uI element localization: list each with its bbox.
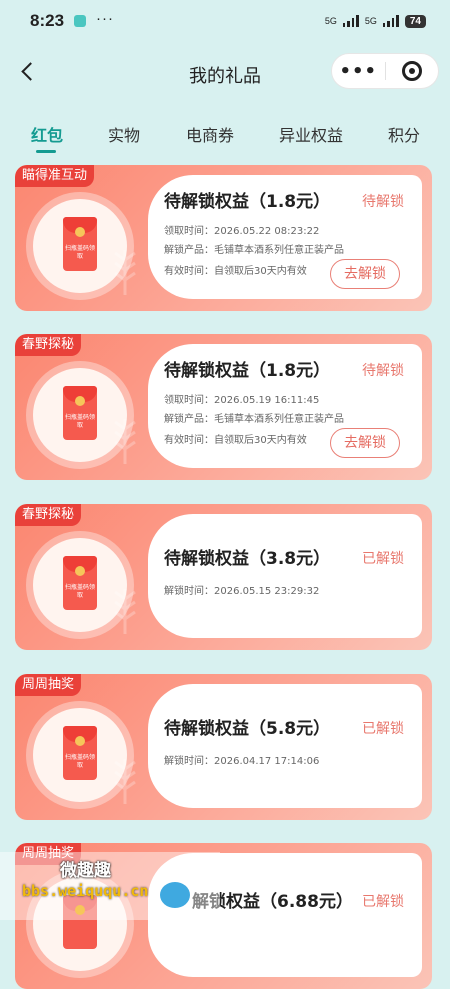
status-badge: 待解锁 bbox=[362, 363, 404, 379]
card-content: 待解锁权益（5.8元） 已解锁 解锁时间：2026.04.17 17:14:06 bbox=[148, 684, 422, 808]
close-circle-icon bbox=[401, 61, 422, 81]
activity-tag: 春野探秘 bbox=[15, 504, 82, 526]
unlock-product: 解锁产品：毛铺草本酒系列任意正装产品 bbox=[164, 245, 344, 256]
activity-tag: 周周抽奖 bbox=[15, 674, 82, 696]
card-title: 待解锁权益（3.8元） bbox=[164, 549, 331, 569]
gift-card[interactable]: 扫瓶盖码领取 瞄得准互动 待解锁权益（1.8元） 待解锁 领取时间：2026.0… bbox=[15, 165, 432, 311]
status-badge: 待解锁 bbox=[362, 194, 404, 210]
tab-red-packet[interactable]: 红包 bbox=[31, 122, 63, 146]
status-right: 5G 5G 74 bbox=[324, 14, 426, 28]
card-content: 待解锁权益（3.8元） 已解锁 解锁时间：2026.05.15 23:29:32 bbox=[148, 514, 422, 638]
watermark-url: bbs.weiququ.cn bbox=[22, 882, 149, 900]
coin-icon bbox=[75, 227, 85, 237]
card-title: 待解锁权益（5.8元） bbox=[164, 719, 331, 739]
gift-card[interactable]: 扫瓶盖码领取 春野探秘 待解锁权益（1.8元） 待解锁 领取时间：2026.05… bbox=[15, 334, 432, 480]
signal-icon-2 bbox=[382, 15, 399, 27]
wheat-icon bbox=[114, 250, 136, 295]
envelope-text: 扫瓶盖码领取 bbox=[65, 584, 96, 599]
card-title: 待解锁权益（1.8元） bbox=[164, 361, 331, 381]
active-tab-indicator bbox=[36, 150, 56, 153]
gift-card[interactable]: 扫瓶盖码领取 春野探秘 待解锁权益（3.8元） 已解锁 解锁时间：2026.05… bbox=[15, 504, 432, 650]
gift-tabs: 红包 实物 电商券 异业权益 积分 bbox=[0, 118, 450, 158]
coin-icon bbox=[75, 736, 85, 746]
red-envelope-icon: 扫瓶盖码领取 bbox=[63, 217, 97, 271]
card-visual: 扫瓶盖码领取 春野探秘 bbox=[15, 504, 160, 650]
red-envelope-icon: 扫瓶盖码领取 bbox=[63, 386, 97, 440]
envelope-text: 扫瓶盖码领取 bbox=[65, 754, 96, 769]
close-button[interactable] bbox=[385, 61, 438, 81]
watermark-title: 微趣趣 bbox=[60, 861, 111, 881]
envelope-text: 扫瓶盖码领取 bbox=[65, 414, 96, 429]
red-envelope-icon: 扫瓶盖码领取 bbox=[63, 726, 97, 780]
go-unlock-button[interactable]: 去解锁 bbox=[330, 259, 400, 289]
unlock-time: 解锁时间：2026.05.15 23:29:32 bbox=[164, 586, 320, 597]
status-left: 8:23 ··· bbox=[30, 9, 115, 31]
more-notifications-icon: ··· bbox=[96, 9, 115, 27]
app-notification-icon bbox=[74, 15, 87, 27]
wheat-icon bbox=[114, 589, 136, 634]
card-content: 待解锁权益（1.8元） 待解锁 领取时间：2026.05.22 08:23:22… bbox=[148, 175, 422, 299]
site-watermark: 微趣趣 bbs.weiququ.cn bbox=[0, 852, 220, 920]
mini-program-capsule: ••• bbox=[331, 53, 439, 89]
wheat-icon bbox=[114, 419, 136, 464]
mascot-icon bbox=[158, 880, 192, 910]
card-title: 待解锁权益（1.8元） bbox=[164, 192, 331, 212]
card-visual: 扫瓶盖码领取 春野探秘 bbox=[15, 334, 160, 480]
envelope-text: 扫瓶盖码领取 bbox=[65, 245, 96, 260]
status-time: 8:23 bbox=[30, 11, 65, 30]
coin-icon bbox=[75, 905, 85, 915]
valid-period: 有效时间：自领取后30天内有效 bbox=[164, 435, 307, 446]
red-envelope-icon: 扫瓶盖码领取 bbox=[63, 556, 97, 610]
tab-physical[interactable]: 实物 bbox=[108, 122, 140, 146]
unlock-product: 解锁产品：毛铺草本酒系列任意正装产品 bbox=[164, 414, 344, 425]
status-badge: 已解锁 bbox=[362, 894, 404, 910]
network-label-2: 5G bbox=[364, 16, 377, 26]
receive-time: 领取时间：2026.05.22 08:23:22 bbox=[164, 226, 320, 237]
receive-time: 领取时间：2026.05.19 16:11:45 bbox=[164, 395, 320, 406]
more-menu-button[interactable]: ••• bbox=[332, 61, 385, 82]
card-visual: 扫瓶盖码领取 周周抽奖 bbox=[15, 674, 160, 820]
card-visual: 扫瓶盖码领取 瞄得准互动 bbox=[15, 165, 160, 311]
status-badge: 已解锁 bbox=[362, 721, 404, 737]
battery-icon: 74 bbox=[404, 14, 426, 28]
tab-ecommerce-coupon[interactable]: 电商券 bbox=[186, 122, 234, 146]
valid-period: 有效时间：自领取后30天内有效 bbox=[164, 266, 307, 277]
card-content: 待解锁权益（1.8元） 待解锁 领取时间：2026.05.19 16:11:45… bbox=[148, 344, 422, 468]
network-label-1: 5G bbox=[324, 16, 337, 26]
status-badge: 已解锁 bbox=[362, 551, 404, 567]
activity-tag: 春野探秘 bbox=[15, 334, 82, 356]
gift-card[interactable]: 扫瓶盖码领取 周周抽奖 待解锁权益（5.8元） 已解锁 解锁时间：2026.04… bbox=[15, 674, 432, 820]
unlock-time: 解锁时间：2026.04.17 17:14:06 bbox=[164, 756, 320, 767]
tab-points[interactable]: 积分 bbox=[388, 122, 420, 146]
coin-icon bbox=[75, 566, 85, 576]
status-bar: 8:23 ··· 5G 5G 74 bbox=[0, 0, 450, 42]
go-unlock-button[interactable]: 去解锁 bbox=[330, 428, 400, 458]
signal-icon bbox=[342, 15, 359, 27]
tab-partner-benefits[interactable]: 异业权益 bbox=[279, 122, 343, 146]
nav-bar: 我的礼品 ••• bbox=[0, 50, 450, 98]
wheat-icon bbox=[114, 759, 136, 804]
activity-tag: 瞄得准互动 bbox=[15, 165, 95, 187]
coin-icon bbox=[75, 396, 85, 406]
